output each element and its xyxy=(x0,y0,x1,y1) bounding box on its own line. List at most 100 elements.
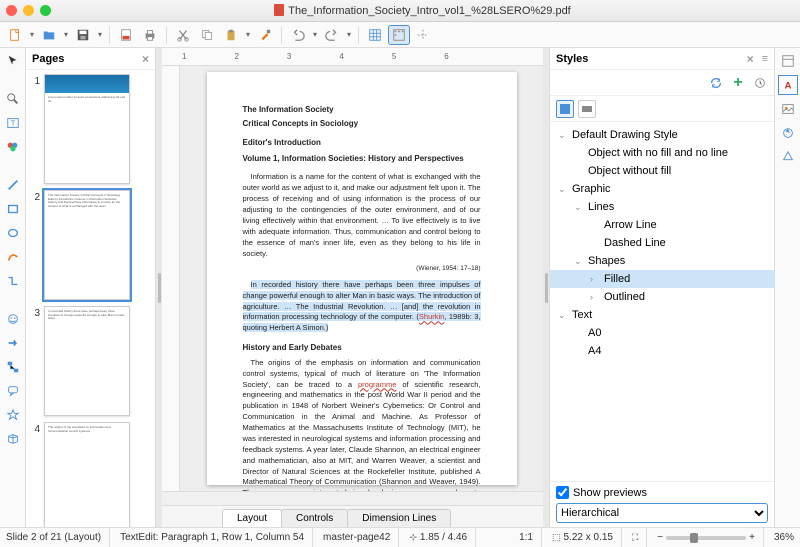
3d-tool[interactable] xyxy=(4,430,22,448)
cut-button[interactable] xyxy=(172,25,194,45)
style-item[interactable]: Arrow Line xyxy=(550,216,774,234)
ed-intro-label: Editor's Introduction xyxy=(243,137,481,149)
tab-controls[interactable]: Controls xyxy=(281,509,348,527)
undo-button[interactable] xyxy=(287,25,309,45)
smiley-tool[interactable] xyxy=(4,310,22,328)
window-controls xyxy=(6,5,51,16)
connector-tool[interactable] xyxy=(4,272,22,290)
show-previews-checkbox[interactable]: Show previews xyxy=(556,486,768,499)
zoom-tool[interactable] xyxy=(4,90,22,108)
print-button[interactable] xyxy=(139,25,161,45)
open-button[interactable] xyxy=(38,25,60,45)
style-item[interactable]: ⌄Text xyxy=(550,306,774,324)
properties-icon[interactable] xyxy=(779,52,797,70)
grid-button[interactable] xyxy=(364,25,386,45)
view-tabs: Layout Controls Dimension Lines xyxy=(162,505,543,527)
zoom-slider[interactable]: −+ xyxy=(657,528,764,547)
redo-button[interactable] xyxy=(321,25,343,45)
flowchart-tool[interactable] xyxy=(4,358,22,376)
new-doc-dropdown[interactable]: ▾ xyxy=(28,30,36,39)
rect-tool[interactable] xyxy=(4,200,22,218)
maximize-window[interactable] xyxy=(40,5,51,16)
status-pos: ⊹1.85 / 4.46 xyxy=(409,528,476,547)
paste-button[interactable] xyxy=(220,25,242,45)
status-slide: Slide 2 of 21 (Layout) xyxy=(6,528,110,547)
status-ratio[interactable]: 1:1 xyxy=(519,528,542,547)
main-toolbar: ▾ ▾ ▾ ▾ ▾ ▾ xyxy=(0,22,800,48)
export-pdf-button[interactable] xyxy=(115,25,137,45)
page-thumb-4[interactable]: The origins of the emphasis on informati… xyxy=(44,422,130,527)
minimize-window[interactable] xyxy=(23,5,34,16)
titlebar: The_Information_Society_Intro_vol1_%28LS… xyxy=(0,0,800,22)
right-sidebar: A xyxy=(774,48,800,527)
style-category-row xyxy=(550,96,774,122)
style-item[interactable]: ⌄Graphic xyxy=(550,180,774,198)
ellipse-tool[interactable] xyxy=(4,224,22,242)
canvas[interactable]: The Information Society Critical Concept… xyxy=(162,66,543,491)
navigator-icon[interactable] xyxy=(779,124,797,142)
color-tool[interactable] xyxy=(4,138,22,156)
style-item[interactable]: Object with no fill and no line xyxy=(550,144,774,162)
pages-header: Pages × xyxy=(26,48,155,70)
style-item[interactable]: Object without fill xyxy=(550,162,774,180)
style-filter-select[interactable]: Hierarchical xyxy=(556,503,768,523)
history-heading: History and Early Debates xyxy=(243,342,481,354)
horizontal-ruler[interactable]: 123456 xyxy=(162,48,543,66)
refresh-icon[interactable] xyxy=(708,75,724,91)
save-dropdown[interactable]: ▾ xyxy=(96,30,104,39)
snap-button[interactable] xyxy=(388,25,410,45)
open-dropdown[interactable]: ▾ xyxy=(62,30,70,39)
menu-icon[interactable]: ≡ xyxy=(762,53,768,65)
status-size: ⬚5.22 x 0.15 xyxy=(552,528,622,547)
close-window[interactable] xyxy=(6,5,17,16)
style-item[interactable]: ⌄Shapes xyxy=(550,252,774,270)
style-item[interactable]: A4 xyxy=(550,342,774,360)
style-item[interactable]: ›Filled xyxy=(550,270,774,288)
line-tool[interactable] xyxy=(4,176,22,194)
styles-panel: Styles × ≡ + ⌄Default Drawing StyleObjec… xyxy=(549,48,774,527)
helplines-button[interactable] xyxy=(412,25,434,45)
save-button[interactable] xyxy=(72,25,94,45)
page-thumb-2[interactable]: The Information Society Critical Concept… xyxy=(44,190,130,300)
select-tool[interactable] xyxy=(4,52,22,70)
arrow-tool[interactable] xyxy=(4,334,22,352)
text-tool[interactable]: T xyxy=(4,114,22,132)
thumbnails[interactable]: 1Lorem ipsum dolor sit amet consectetur … xyxy=(26,70,155,527)
status-master[interactable]: master-page42 xyxy=(323,528,399,547)
new-doc-button[interactable] xyxy=(4,25,26,45)
new-style-icon[interactable]: + xyxy=(730,75,746,91)
callout-tool[interactable] xyxy=(4,382,22,400)
document-page[interactable]: The Information Society Critical Concept… xyxy=(207,72,517,485)
tab-layout[interactable]: Layout xyxy=(222,509,282,527)
style-item[interactable]: A0 xyxy=(550,324,774,342)
window-title: The_Information_Society_Intro_vol1_%28LS… xyxy=(51,4,794,17)
presentation-styles-icon[interactable] xyxy=(578,100,596,118)
svg-text:A: A xyxy=(784,81,791,92)
vertical-ruler[interactable] xyxy=(162,66,180,491)
copy-button[interactable] xyxy=(196,25,218,45)
update-style-icon[interactable] xyxy=(752,75,768,91)
styles-icon[interactable]: A xyxy=(779,76,797,94)
curve-tool[interactable] xyxy=(4,248,22,266)
doc-title-2: Critical Concepts in Sociology xyxy=(243,118,481,130)
shapes-icon[interactable] xyxy=(779,148,797,166)
close-pages-icon[interactable]: × xyxy=(142,52,149,66)
graphic-styles-icon[interactable] xyxy=(556,100,574,118)
page-thumb-1[interactable]: Lorem ipsum dolor sit amet consectetur a… xyxy=(44,74,130,184)
star-tool[interactable] xyxy=(4,406,22,424)
style-item[interactable]: ⌄Lines xyxy=(550,198,774,216)
zoom-value[interactable]: 36% xyxy=(774,532,794,543)
zoom-fit[interactable]: ⛶ xyxy=(632,528,647,547)
h-scrollbar[interactable] xyxy=(162,491,543,505)
style-item[interactable]: ›Outlined xyxy=(550,288,774,306)
tab-dimension[interactable]: Dimension Lines xyxy=(347,509,451,527)
style-item[interactable]: ⌄Default Drawing Style xyxy=(550,126,774,144)
clone-format-button[interactable] xyxy=(254,25,276,45)
close-styles-icon[interactable]: × xyxy=(747,52,754,66)
blockquote-1: Information is a name for the content of… xyxy=(243,172,481,259)
style-item[interactable]: Dashed Line xyxy=(550,234,774,252)
page-thumb-3[interactable]: In recorded history there have perhaps b… xyxy=(44,306,130,416)
gallery-icon[interactable] xyxy=(779,100,797,118)
body-p1: The origins of the emphasis on informati… xyxy=(243,358,481,491)
styles-tree[interactable]: ⌄Default Drawing StyleObject with no fil… xyxy=(550,122,774,481)
